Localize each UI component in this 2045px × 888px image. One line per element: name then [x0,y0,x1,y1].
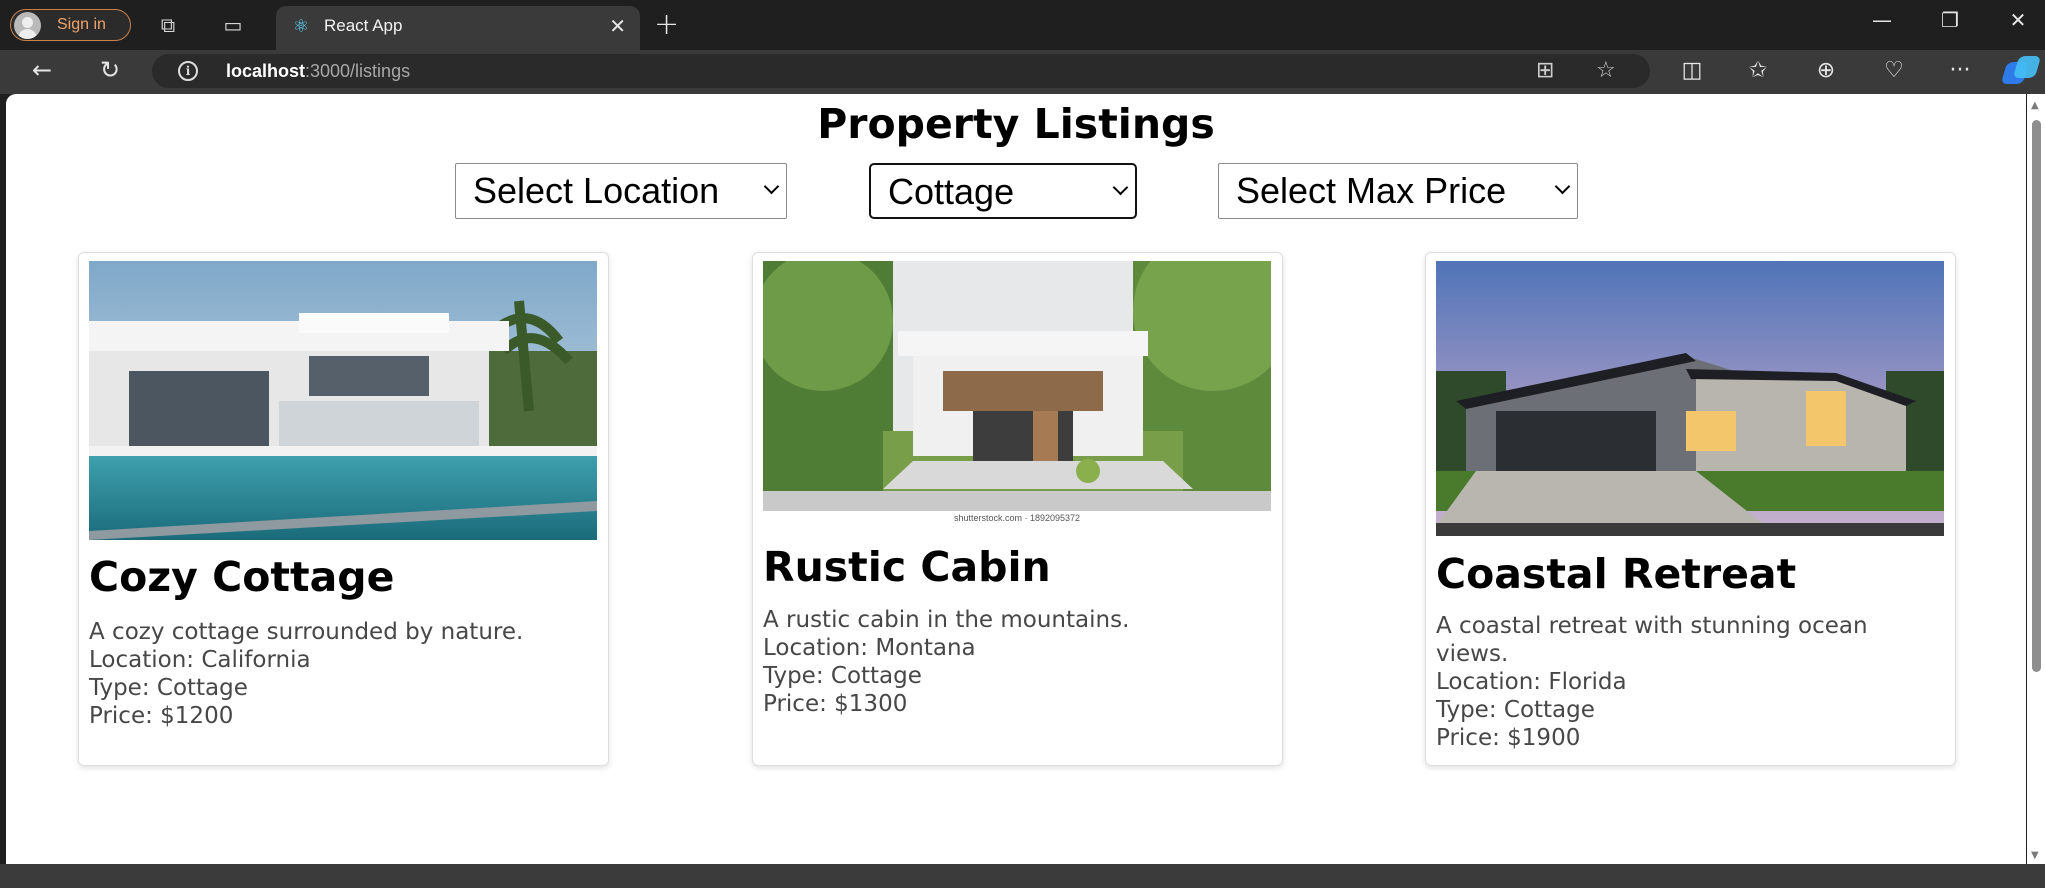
image-watermark: shutterstock.com · 1892095372 [953,513,1081,523]
split-screen-icon[interactable]: ◫ [1674,58,1710,83]
location-select[interactable]: Select Location [455,163,787,219]
listing-image [1436,261,1944,536]
tab-actions-icon[interactable]: ▭ [220,12,246,38]
listing-description: A rustic cabin in the mountains. [763,607,1130,633]
listing-title: Cozy Cottage [89,553,395,601]
max-price-select[interactable]: Select Max Price [1218,163,1578,219]
listing-price: Price: $1300 [763,691,908,717]
location-select-value: Select Location [473,170,720,211]
listing-card: shutterstock.com · 1892095372 Rustic Cab… [752,252,1283,766]
window-bottom-edge [0,864,2045,888]
chevron-down-icon [1554,178,1571,195]
app-available-icon[interactable]: ⊞ [1536,58,1554,83]
sign-in-button[interactable]: Sign in [10,9,131,41]
address-bar[interactable]: i localhost:3000/listings ⊞ ☆ [152,54,1650,88]
scroll-up-icon[interactable]: ▲ [2031,100,2039,111]
browser-essentials-icon[interactable]: ♡ [1876,58,1912,83]
page-viewport: Property Listings Select Location Cottag… [6,94,2026,864]
scroll-down-icon[interactable]: ▼ [2031,850,2039,861]
listing-image [89,261,597,540]
listing-image: shutterstock.com · 1892095372 [763,261,1271,529]
react-favicon-icon: ⚛ [292,16,310,37]
collections-icon[interactable]: ⊕ [1808,58,1844,83]
tab-react-app[interactable]: ⚛ React App ✕ [276,6,640,50]
refresh-icon[interactable]: ↻ [92,56,128,84]
listing-description: A coastal retreat with stunning ocean vi… [1436,613,1868,667]
favorite-star-icon[interactable]: ☆ [1596,58,1616,83]
listing-card: Coastal Retreat A coastal retreat with s… [1425,252,1956,766]
listing-type: Type: Cottage [1436,697,1595,723]
minimize-icon[interactable]: — [1862,8,1902,32]
listing-price: Price: $1200 [89,703,234,729]
listing-location: Location: Florida [1436,669,1627,695]
listing-type: Type: Cottage [89,675,248,701]
listing-location: Location: Montana [763,635,976,661]
favorites-icon[interactable]: ✩ [1740,58,1776,83]
copilot-icon[interactable] [2000,54,2042,86]
chevron-down-icon [763,178,780,195]
type-select[interactable]: Cottage [869,163,1137,219]
page-scrollbar[interactable]: ▲ ▼ [2027,94,2045,864]
workspaces-icon[interactable]: ⧉ [155,12,181,38]
tab-title: React App [324,16,403,35]
listing-location: Location: California [89,647,311,673]
listing-title: Rustic Cabin [763,543,1051,591]
url-text[interactable]: localhost:3000/listings [226,61,410,82]
browser-toolbar: ← ↻ i localhost:3000/listings ⊞ ☆ ◫ ✩ ⊕ … [0,50,2045,94]
listing-type: Type: Cottage [763,663,922,689]
restore-icon[interactable]: ❐ [1930,8,1970,32]
listing-card: Cozy Cottage A cozy cottage surrounded b… [78,252,609,766]
scrollbar-thumb[interactable] [2032,120,2041,672]
profile-avatar-icon [14,12,41,39]
browser-tab-strip: Sign in ⧉ ▭ ⚛ React App ✕ + — ❐ ✕ [0,0,2045,50]
chevron-down-icon [1112,179,1129,196]
listing-details: A rustic cabin in the mountains. Locatio… [763,606,1263,718]
new-tab-icon[interactable]: + [654,7,679,42]
sign-in-label: Sign in [57,16,106,33]
listing-title: Coastal Retreat [1436,550,1797,598]
listing-details: A coastal retreat with stunning ocean vi… [1436,612,1936,752]
info-icon[interactable]: i [178,61,198,81]
more-icon[interactable]: ··· [1942,58,1978,83]
type-select-value: Cottage [888,171,1015,212]
listing-details: A cozy cottage surrounded by nature. Loc… [89,618,589,730]
max-price-select-value: Select Max Price [1236,170,1507,211]
back-icon[interactable]: ← [24,56,60,84]
listing-description: A cozy cottage surrounded by nature. [89,619,524,645]
close-window-icon[interactable]: ✕ [1998,8,2038,32]
listing-price: Price: $1900 [1436,725,1581,751]
close-tab-icon[interactable]: ✕ [609,14,626,38]
page-title: Property Listings [817,100,1215,148]
